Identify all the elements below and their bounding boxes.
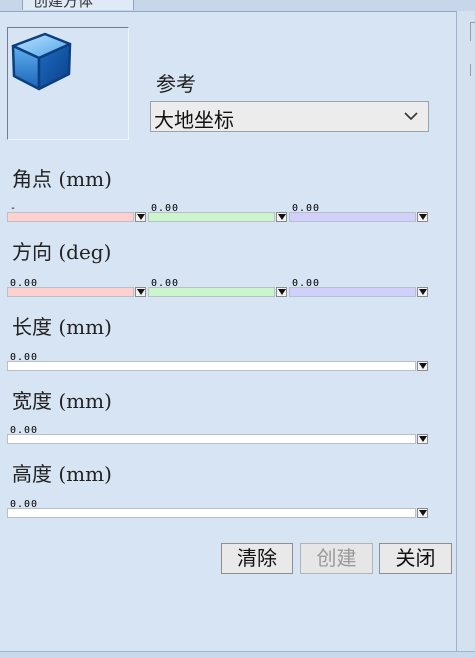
width-dropdown-button[interactable] — [417, 434, 428, 444]
tab-create-box[interactable]: 创建方体 — [22, 0, 134, 10]
height-value: 0.00 — [10, 499, 39, 510]
create-button[interactable]: 创建 — [300, 543, 373, 574]
direction-x-dropdown-button[interactable] — [135, 287, 146, 297]
corner-y-value: 0.00 — [151, 203, 180, 214]
direction-x-input[interactable]: 0.00 — [7, 279, 134, 297]
direction-x-value: 0.00 — [10, 278, 39, 289]
corner-x-value: - — [10, 203, 18, 214]
height-label: 高度 (mm) — [12, 462, 112, 486]
reference-label: 参考 — [156, 72, 196, 96]
height-dropdown-button[interactable] — [417, 508, 428, 518]
length-value: 0.00 — [10, 352, 39, 363]
corner-x-dropdown-button[interactable] — [135, 212, 146, 222]
reference-select-value: 大地坐标 — [154, 108, 234, 132]
corner-z-dropdown-button[interactable] — [417, 212, 428, 222]
corner-z-input[interactable]: 0.00 — [289, 204, 416, 222]
direction-label: 方向 (deg) — [12, 240, 112, 264]
corner-z-value: 0.00 — [292, 203, 321, 214]
direction-z-input[interactable]: 0.00 — [289, 279, 416, 297]
close-button[interactable]: 关闭 — [379, 543, 452, 574]
width-label: 宽度 (mm) — [12, 389, 112, 413]
length-dropdown-button[interactable] — [417, 361, 428, 371]
height-input[interactable]: 0.00 — [7, 500, 416, 518]
reference-select[interactable]: 大地坐标 — [150, 101, 429, 132]
length-label: 长度 (mm) — [12, 315, 112, 339]
side-strip — [457, 11, 475, 657]
clear-button[interactable]: 清除 — [221, 543, 293, 574]
side-divider — [470, 22, 475, 41]
corner-x-input[interactable]: - — [7, 204, 134, 222]
corner-y-input[interactable]: 0.00 — [148, 204, 275, 222]
side-divider-2 — [470, 64, 475, 76]
width-input[interactable]: 0.00 — [7, 426, 416, 444]
direction-y-value: 0.00 — [151, 278, 180, 289]
length-input[interactable]: 0.00 — [7, 353, 416, 371]
width-value: 0.00 — [10, 425, 39, 436]
chevron-down-icon — [404, 112, 418, 121]
direction-y-dropdown-button[interactable] — [276, 287, 287, 297]
corner-y-dropdown-button[interactable] — [276, 212, 287, 222]
direction-y-input[interactable]: 0.00 — [148, 279, 275, 297]
cube-icon — [11, 32, 72, 91]
box-preview — [7, 27, 129, 140]
corner-label: 角点 (mm) — [12, 167, 112, 191]
direction-z-value: 0.00 — [292, 278, 321, 289]
direction-z-dropdown-button[interactable] — [417, 287, 428, 297]
